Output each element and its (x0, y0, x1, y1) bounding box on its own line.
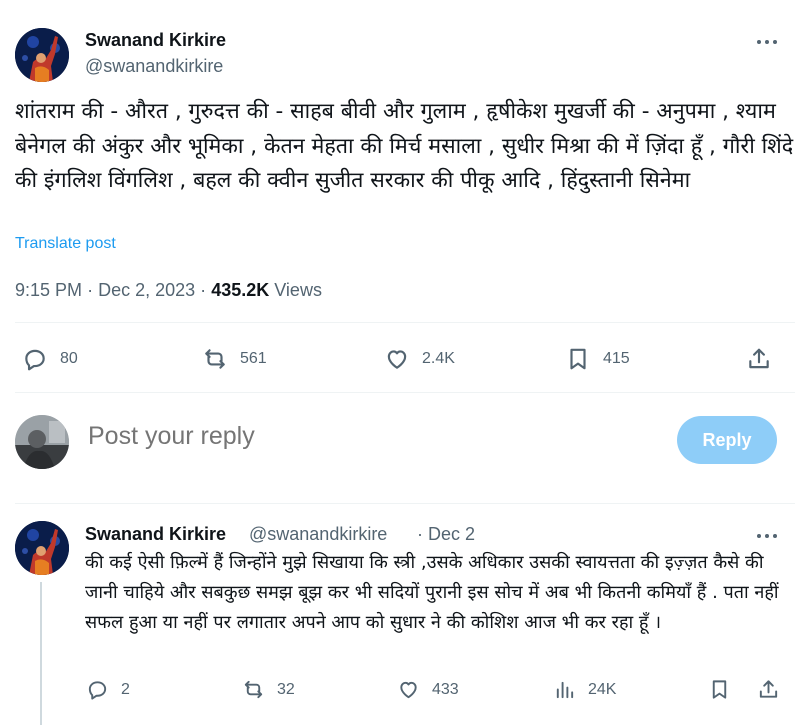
bookmark-icon (570, 348, 586, 370)
share-icon (749, 348, 769, 369)
reply-count: 80 (60, 350, 78, 367)
like-action-button[interactable]: 2.4K (384, 346, 455, 372)
reply-reply-button[interactable]: 2 (86, 678, 130, 701)
reply-text: की कई ऐसी फ़िल्में हैं जिन्होंने मुझे सि… (85, 552, 779, 633)
tweet-date[interactable]: Dec 2, 2023 (98, 280, 195, 300)
reply-like-button[interactable]: 433 (397, 678, 459, 701)
views-label: Views (274, 280, 322, 300)
thread-line (40, 582, 42, 725)
views-count[interactable]: 435.2K (211, 280, 269, 300)
bookmark-count: 415 (603, 350, 630, 367)
author-handle[interactable]: @swanandkirkire (85, 56, 223, 77)
translate-post-link[interactable]: Translate post (15, 235, 116, 253)
tweet-text: शांतराम की - औरत , गुरुदत्त की - साहब बी… (15, 99, 794, 193)
reply-views-count: 24K (588, 680, 617, 698)
tweet-meta: 9:15 PM · Dec 2, 2023 · 435.2K Views (15, 280, 322, 301)
reply-share-button[interactable] (757, 678, 780, 701)
like-count: 2.4K (422, 350, 455, 367)
more-options-icon[interactable] (755, 32, 779, 52)
author-name[interactable]: Swanand Kirkire (85, 30, 226, 51)
bookmark-action-button[interactable]: 415 (565, 346, 630, 372)
repost-count: 561 (240, 350, 267, 367)
analytics-icon (556, 681, 574, 699)
meta-separator: · (87, 280, 94, 300)
reply-repost-count: 32 (277, 680, 295, 698)
reply-bookmark-button[interactable] (708, 678, 731, 701)
heart-icon (400, 681, 417, 699)
author-avatar[interactable] (15, 28, 69, 82)
reply-repost-button[interactable]: 32 (242, 678, 295, 701)
reply-action-button[interactable]: 80 (22, 346, 78, 372)
reply-date[interactable]: · Dec 2 (417, 524, 475, 545)
reply-views-button[interactable]: 24K (553, 678, 616, 701)
reply-reply-count: 2 (121, 680, 130, 698)
share-action-button[interactable] (746, 346, 772, 372)
share-icon (759, 680, 778, 698)
reply-more-options-icon[interactable] (755, 526, 779, 546)
repost-icon (244, 680, 263, 699)
repost-icon (205, 349, 225, 369)
reply-button[interactable]: Reply (677, 416, 777, 464)
reply-author-avatar[interactable] (15, 521, 69, 575)
divider (15, 322, 795, 323)
divider (15, 392, 795, 393)
heart-icon (387, 350, 407, 369)
reply-icon (25, 349, 45, 371)
repost-action-button[interactable]: 561 (202, 346, 267, 372)
bookmark-icon (712, 680, 727, 699)
reply-icon (88, 681, 107, 700)
tweet-time[interactable]: 9:15 PM (15, 280, 82, 300)
reply-author-handle[interactable]: @swanandkirkire (249, 524, 387, 545)
reply-author-name[interactable]: Swanand Kirkire (85, 524, 226, 545)
reply-input[interactable] (88, 422, 648, 451)
divider (15, 503, 795, 504)
meta-separator: · (200, 280, 207, 300)
current-user-avatar[interactable] (15, 415, 69, 469)
reply-like-count: 433 (432, 680, 459, 698)
